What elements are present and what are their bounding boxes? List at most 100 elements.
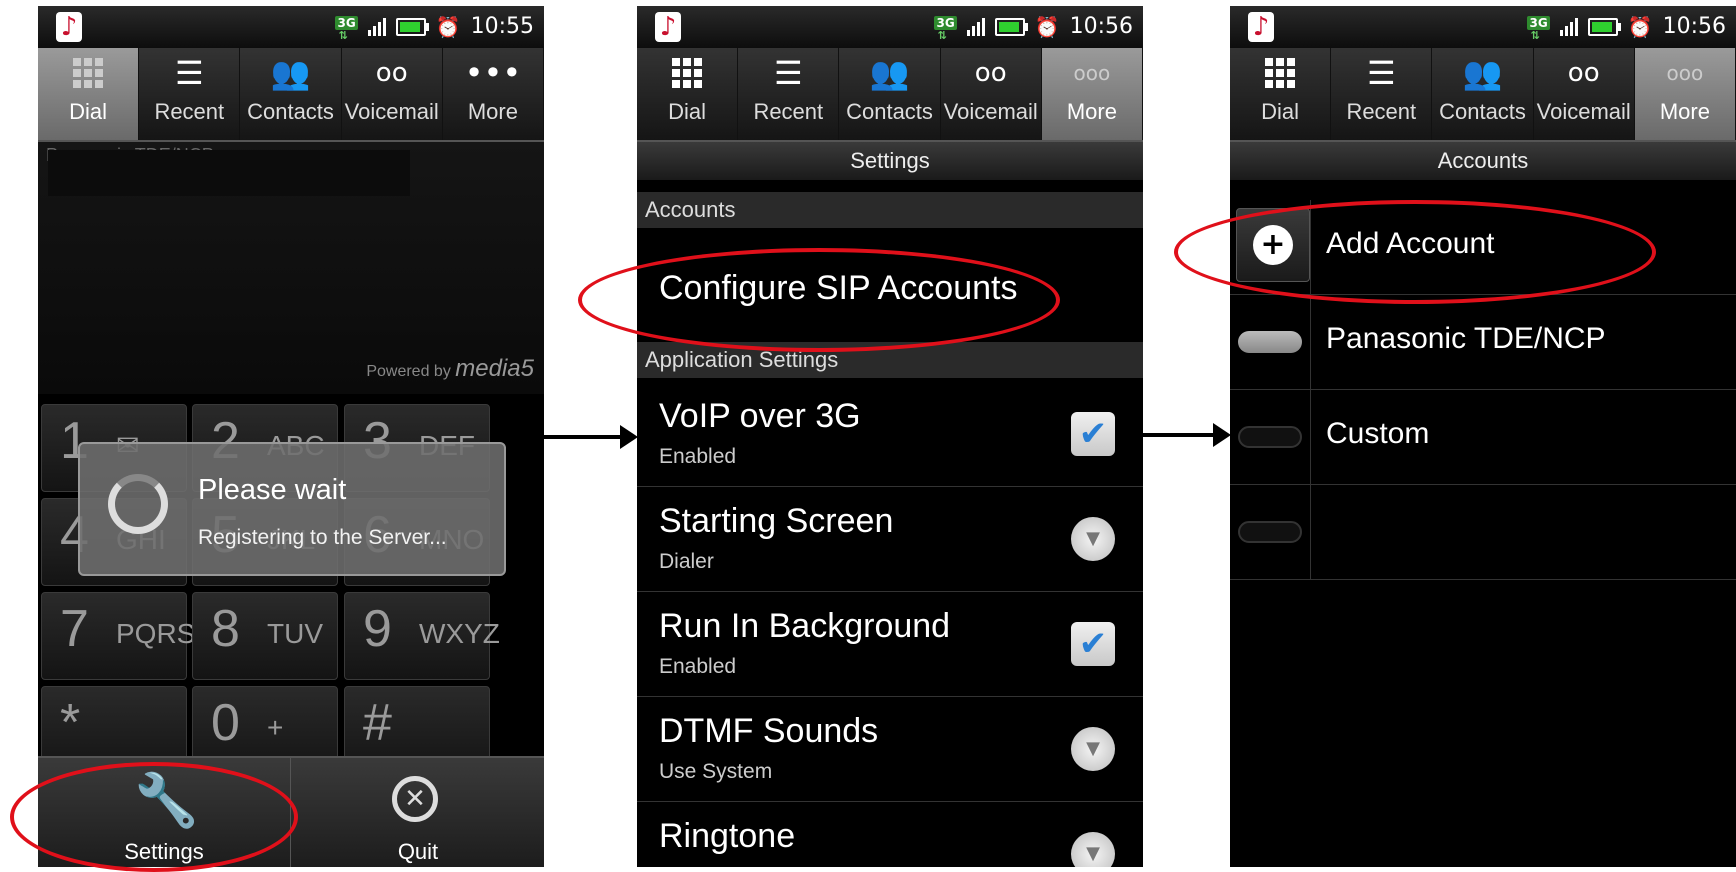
key-letters: WXYZ	[419, 618, 500, 649]
voicemail-icon: oo	[375, 58, 408, 88]
status-bar: ♪ 3G ⏰ 10:56	[637, 6, 1143, 48]
tab-contacts[interactable]: 👥 Contacts	[240, 48, 342, 140]
checkbox[interactable]: ✔	[1071, 622, 1115, 666]
tab-recent[interactable]: ☰ Recent	[1331, 48, 1433, 140]
network-3g-icon: 3G	[1527, 16, 1550, 43]
tab-bar: Dial ☰ Recent 👥 Contacts oo Voicemail ooo Mo…	[1230, 48, 1736, 142]
dialpad-key[interactable]: 8 TUV	[192, 592, 338, 680]
tab-label: Voicemail	[344, 99, 439, 124]
key-digit: *	[60, 694, 81, 752]
tab-contacts[interactable]: 👥 Contacts	[839, 48, 941, 140]
highlight-ring-configure	[578, 248, 1060, 352]
tab-dial[interactable]: Dial	[38, 48, 140, 140]
quit-menu-item[interactable]: ✕ Quit	[292, 758, 544, 867]
network-3g-icon: 3G	[335, 16, 358, 43]
signal-icon	[966, 18, 985, 36]
tab-label: Contacts	[846, 99, 933, 124]
flow-arrow-1	[544, 425, 638, 449]
phone-screen-accounts: ♪ 3G ⏰ 10:56 Dial ☰ Recent 👥 Contacts oo Vo…	[1230, 6, 1736, 867]
tab-label: Dial	[1261, 99, 1300, 124]
key-digit: 8	[211, 600, 240, 658]
tab-voicemail[interactable]: oo Voicemail	[1534, 48, 1635, 140]
account-item[interactable]: Custom	[1230, 390, 1736, 485]
phone-screen-settings: ♪ 3G ⏰ 10:56 Dial ☰ Recent 👥 Contacts oo Vo…	[637, 6, 1143, 867]
key-digit: 9	[363, 600, 392, 658]
key-letters: +	[267, 712, 284, 743]
dialer-display: Panasonic TDE/NCP Powered by media5	[38, 142, 544, 394]
contacts-icon: 👥	[869, 54, 910, 92]
more-icon: ooo	[1666, 61, 1704, 85]
setting-item[interactable]: DTMF Sounds Use System ▼	[637, 697, 1143, 802]
tab-label: Voicemail	[943, 99, 1038, 124]
dialpad-key[interactable]: 7 PQRS	[41, 592, 195, 680]
battery-icon	[1587, 18, 1621, 36]
setting-item[interactable]: Starting Screen Dialer ▼	[637, 487, 1143, 592]
alarm-icon: ⏰	[435, 15, 461, 39]
brand-logo: media5	[455, 355, 534, 382]
clock: 10:56	[1662, 14, 1726, 39]
tab-dial[interactable]: Dial	[637, 48, 739, 140]
tab-dial[interactable]: Dial	[1230, 48, 1332, 140]
tab-label: Recent	[154, 99, 225, 124]
app-logo-icon: ♪	[1248, 12, 1274, 42]
status-bar: ♪ 3G ⏰ 10:56	[1230, 6, 1736, 48]
voicemail-icon: oo	[1567, 58, 1600, 88]
phone-screen-dialer: ♪ 3G ⏰ 10:55 Dial ☰ Recent 👥 Contacts oo Vo…	[38, 6, 544, 867]
powered-by: Powered by media5	[366, 357, 534, 384]
setting-value: Dialer	[659, 550, 714, 573]
setting-title: VoIP over 3G	[659, 397, 861, 435]
clock: 10:56	[1069, 14, 1133, 39]
quit-icon: ✕	[392, 776, 438, 822]
alarm-icon: ⏰	[1627, 15, 1653, 39]
tab-more[interactable]: ooo More	[1634, 48, 1736, 140]
list-icon: ☰	[773, 54, 803, 92]
dropdown-arrow-icon[interactable]: ▼	[1071, 832, 1115, 867]
loading-dialog: Please wait Registering to the Server...	[78, 442, 506, 576]
tab-bar: Dial ☰ Recent 👥 Contacts oo Voicemail ooo Mo…	[637, 48, 1143, 142]
tab-label: More	[1066, 99, 1117, 124]
dialpad-key[interactable]: 9 WXYZ	[344, 592, 500, 680]
setting-item[interactable]: Ringtone ▼	[637, 802, 1143, 867]
page-title: Settings	[637, 142, 1143, 180]
dialog-title: Please wait	[198, 474, 347, 506]
tab-label: More	[1659, 99, 1710, 124]
tab-contacts[interactable]: 👥 Contacts	[1432, 48, 1534, 140]
highlight-ring-settings	[10, 762, 298, 872]
key-letters: PQRS	[116, 618, 196, 649]
spinner-icon	[108, 474, 168, 534]
tab-label: Recent	[753, 99, 824, 124]
alarm-icon: ⏰	[1034, 15, 1060, 39]
key-digit: 0	[211, 694, 240, 752]
tab-label: Dial	[69, 99, 108, 124]
list-icon: ☰	[1366, 54, 1396, 92]
tab-voicemail[interactable]: oo Voicemail	[342, 48, 443, 140]
powered-by-label: Powered by	[366, 363, 451, 380]
setting-item[interactable]: VoIP over 3G Enabled ✔	[637, 382, 1143, 487]
dropdown-arrow-icon[interactable]: ▼	[1071, 517, 1115, 561]
setting-title: Ringtone	[659, 817, 796, 855]
network-3g-icon: 3G	[934, 16, 957, 43]
setting-title: DTMF Sounds	[659, 712, 879, 750]
account-status-icon	[1238, 521, 1302, 543]
tab-recent[interactable]: ☰ Recent	[738, 48, 840, 140]
dropdown-arrow-icon[interactable]: ▼	[1071, 727, 1115, 771]
tab-label: Contacts	[247, 99, 334, 124]
tab-voicemail[interactable]: oo Voicemail	[941, 48, 1042, 140]
more-icon: •••	[464, 54, 522, 92]
checkbox[interactable]: ✔	[1071, 412, 1115, 456]
tab-more[interactable]: ••• More	[443, 48, 544, 140]
more-icon: ooo	[1073, 61, 1111, 85]
signal-icon	[367, 18, 386, 36]
account-item[interactable]: Panasonic TDE/NCP	[1230, 295, 1736, 390]
dialpad-icon	[1230, 48, 1330, 98]
setting-item[interactable]: Run In Background Enabled ✔	[637, 592, 1143, 697]
account-item[interactable]	[1230, 485, 1736, 580]
tab-label: Dial	[668, 99, 707, 124]
tab-recent[interactable]: ☰ Recent	[139, 48, 241, 140]
tab-label: Voicemail	[1536, 99, 1631, 124]
section-header-accounts: Accounts	[637, 192, 1143, 228]
page-title: Accounts	[1230, 142, 1736, 180]
tab-more[interactable]: ooo More	[1041, 48, 1143, 140]
app-logo-icon: ♪	[56, 12, 82, 42]
contacts-icon: 👥	[1462, 54, 1503, 92]
